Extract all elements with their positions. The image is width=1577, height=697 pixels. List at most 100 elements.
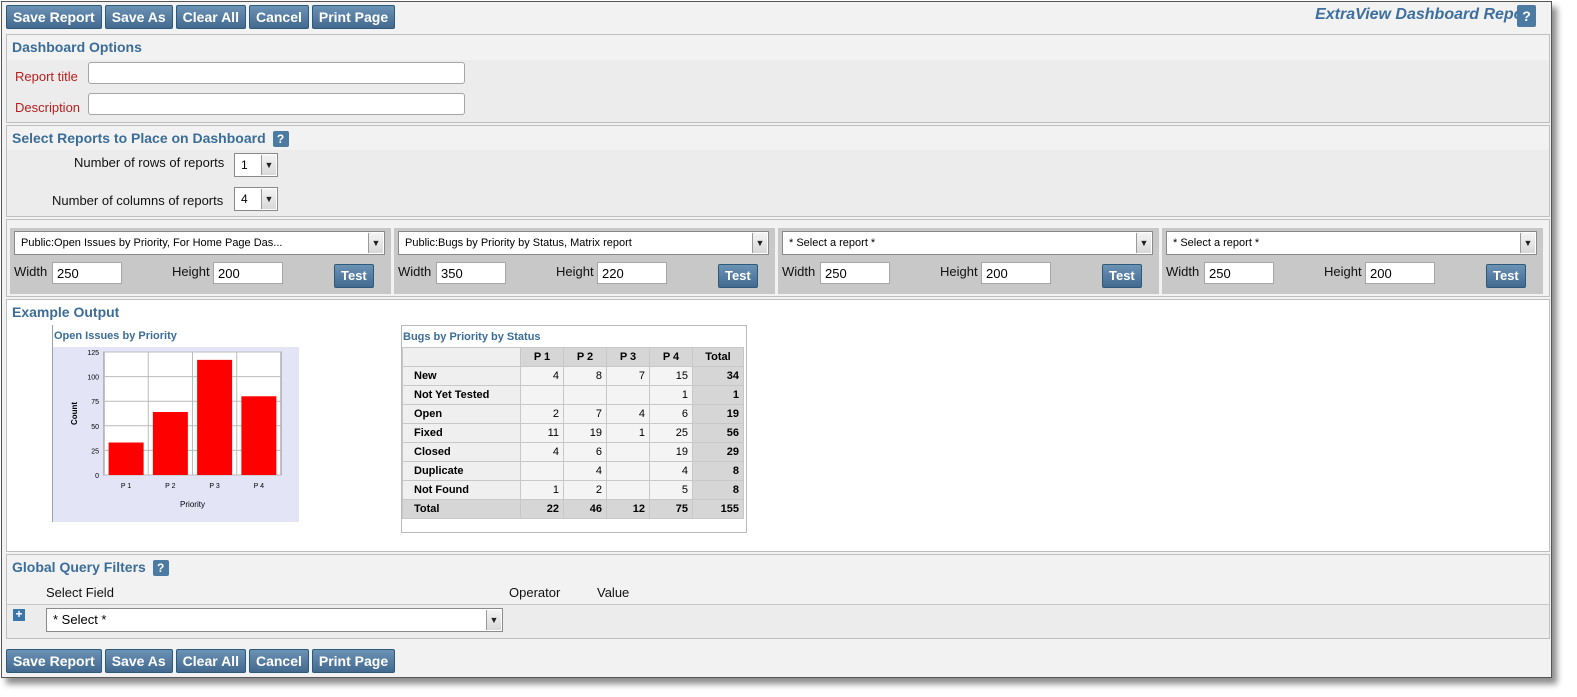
top-toolbar: Save Report Save As Clear All Cancel Print P… bbox=[6, 5, 396, 29]
bar-chart-svg: 0 25 50 75 100 125 P 1 P 2 P 3 P 4 Priority Count bbox=[70, 350, 282, 509]
matrix-cell: 1 bbox=[649, 385, 693, 405]
matrix-cell: 2 bbox=[520, 404, 564, 424]
matrix-cell: 4 bbox=[520, 366, 564, 386]
height-input[interactable] bbox=[597, 262, 667, 284]
save-report-button[interactable]: Save Report bbox=[6, 5, 102, 29]
bar bbox=[152, 412, 188, 475]
y-tick-label: 100 bbox=[87, 375, 99, 382]
report-slot: Public:Open Issues by Priority, For Home… bbox=[10, 228, 391, 294]
save-as-button[interactable]: Save As bbox=[104, 5, 173, 29]
width-label: Width bbox=[14, 264, 48, 279]
matrix-cell: 75 bbox=[649, 499, 693, 519]
add-filter-icon[interactable]: + bbox=[13, 608, 25, 621]
width-input[interactable] bbox=[1204, 262, 1274, 284]
table-row: New 4 8 7 15 34 bbox=[402, 366, 744, 386]
width-input[interactable] bbox=[436, 262, 506, 284]
clear-all-button[interactable]: Clear All bbox=[175, 5, 246, 29]
help-icon[interactable]: ? bbox=[152, 560, 169, 577]
chevron-down-icon: ▼ bbox=[261, 189, 276, 209]
test-button[interactable]: Test bbox=[1102, 264, 1142, 288]
height-label: Height bbox=[940, 264, 978, 279]
matrix-cell: 29 bbox=[692, 442, 744, 462]
matrix-column-header: P 1 bbox=[520, 347, 564, 367]
row-label: New bbox=[402, 366, 521, 386]
report-slot: * Select a report * ▼ Width Height Test bbox=[778, 228, 1159, 294]
matrix-cell: 1 bbox=[606, 423, 650, 443]
matrix-title: Bugs by Priority by Status bbox=[403, 331, 541, 343]
row-label: Not Found bbox=[402, 480, 521, 500]
rows-select[interactable]: 1 ▼ bbox=[234, 153, 278, 177]
matrix-cell bbox=[563, 385, 607, 405]
section-title: Select Reports to Place on Dashboard ? bbox=[12, 130, 289, 148]
cancel-button[interactable]: Cancel bbox=[248, 5, 309, 29]
height-label: Height bbox=[172, 264, 210, 279]
matrix-cell: 8 bbox=[692, 480, 744, 500]
height-input[interactable] bbox=[213, 262, 283, 284]
table-row: Closed 4 6 19 29 bbox=[402, 442, 744, 462]
clear-all-button[interactable]: Clear All bbox=[175, 649, 246, 673]
matrix-cell bbox=[606, 461, 650, 481]
chevron-down-icon: ▼ bbox=[752, 233, 767, 253]
matrix-cell: 6 bbox=[649, 404, 693, 424]
chevron-down-icon: ▼ bbox=[1136, 233, 1151, 253]
matrix-cell bbox=[606, 442, 650, 462]
description-input[interactable] bbox=[88, 93, 465, 115]
test-button[interactable]: Test bbox=[1486, 264, 1526, 288]
matrix-column-header: Total bbox=[692, 347, 744, 367]
height-input[interactable] bbox=[1365, 262, 1435, 284]
matrix-cell: 56 bbox=[692, 423, 744, 443]
global-filters-section: Global Query Filters ? Select Field Oper… bbox=[6, 554, 1550, 639]
report-select[interactable]: * Select a report * ▼ bbox=[1166, 231, 1537, 255]
operator-label: Operator bbox=[509, 585, 561, 600]
report-slot: * Select a report * ▼ Width Height Test bbox=[1162, 228, 1543, 294]
matrix-cell bbox=[520, 385, 564, 405]
height-input[interactable] bbox=[981, 262, 1051, 284]
section-title: Global Query Filters ? bbox=[12, 559, 169, 577]
filter-field-select[interactable]: * Select * ▼ bbox=[46, 608, 503, 632]
test-button[interactable]: Test bbox=[334, 264, 374, 288]
print-page-button[interactable]: Print Page bbox=[311, 649, 396, 673]
matrix-cell bbox=[606, 480, 650, 500]
chevron-down-icon: ▼ bbox=[368, 233, 383, 253]
matrix-cell: 2 bbox=[563, 480, 607, 500]
matrix-corner bbox=[402, 347, 521, 367]
x-axis-label: Priority bbox=[180, 500, 205, 509]
save-report-button[interactable]: Save Report bbox=[6, 649, 102, 673]
chevron-down-icon: ▼ bbox=[1520, 233, 1535, 253]
matrix-cell: 19 bbox=[692, 404, 744, 424]
dashboard-options-section: Dashboard Options Report title Descripti… bbox=[6, 34, 1550, 123]
table-row: Fixed 11 19 1 25 56 bbox=[402, 423, 744, 443]
report-select[interactable]: Public:Open Issues by Priority, For Home… bbox=[14, 231, 385, 255]
matrix-cell: 11 bbox=[520, 423, 564, 443]
rows-label: Number of rows of reports bbox=[74, 155, 225, 170]
report-select[interactable]: * Select a report * ▼ bbox=[782, 231, 1153, 255]
width-input[interactable] bbox=[820, 262, 890, 284]
matrix-column-header: P 3 bbox=[606, 347, 650, 367]
matrix-cell bbox=[606, 385, 650, 405]
bar bbox=[108, 442, 144, 475]
bottom-toolbar: Save Report Save As Clear All Cancel Print P… bbox=[6, 649, 396, 673]
matrix-cell: 8 bbox=[563, 366, 607, 386]
matrix-cell: 8 bbox=[692, 461, 744, 481]
help-icon[interactable]: ? bbox=[272, 131, 289, 148]
table-row: Open 2 7 4 6 19 bbox=[402, 404, 744, 424]
report-title-input[interactable] bbox=[88, 62, 465, 84]
x-tick-label: P 2 bbox=[165, 483, 175, 490]
report-select[interactable]: Public:Bugs by Priority by Status, Matri… bbox=[398, 231, 769, 255]
matrix-cell: 5 bbox=[649, 480, 693, 500]
height-label: Height bbox=[556, 264, 594, 279]
matrix-cell: 12 bbox=[606, 499, 650, 519]
matrix-cell: 15 bbox=[649, 366, 693, 386]
print-page-button[interactable]: Print Page bbox=[311, 5, 396, 29]
matrix-cell: 46 bbox=[563, 499, 607, 519]
test-button[interactable]: Test bbox=[718, 264, 758, 288]
help-icon[interactable]: ? bbox=[1517, 5, 1536, 27]
matrix-cell: 25 bbox=[649, 423, 693, 443]
cols-select[interactable]: 4 ▼ bbox=[234, 187, 278, 211]
save-as-button[interactable]: Save As bbox=[104, 649, 173, 673]
app-title: ExtraView Dashboard Report bbox=[1315, 6, 1535, 23]
select-field-label: Select Field bbox=[46, 585, 114, 600]
cancel-button[interactable]: Cancel bbox=[248, 649, 309, 673]
width-input[interactable] bbox=[52, 262, 122, 284]
width-label: Width bbox=[398, 264, 432, 279]
